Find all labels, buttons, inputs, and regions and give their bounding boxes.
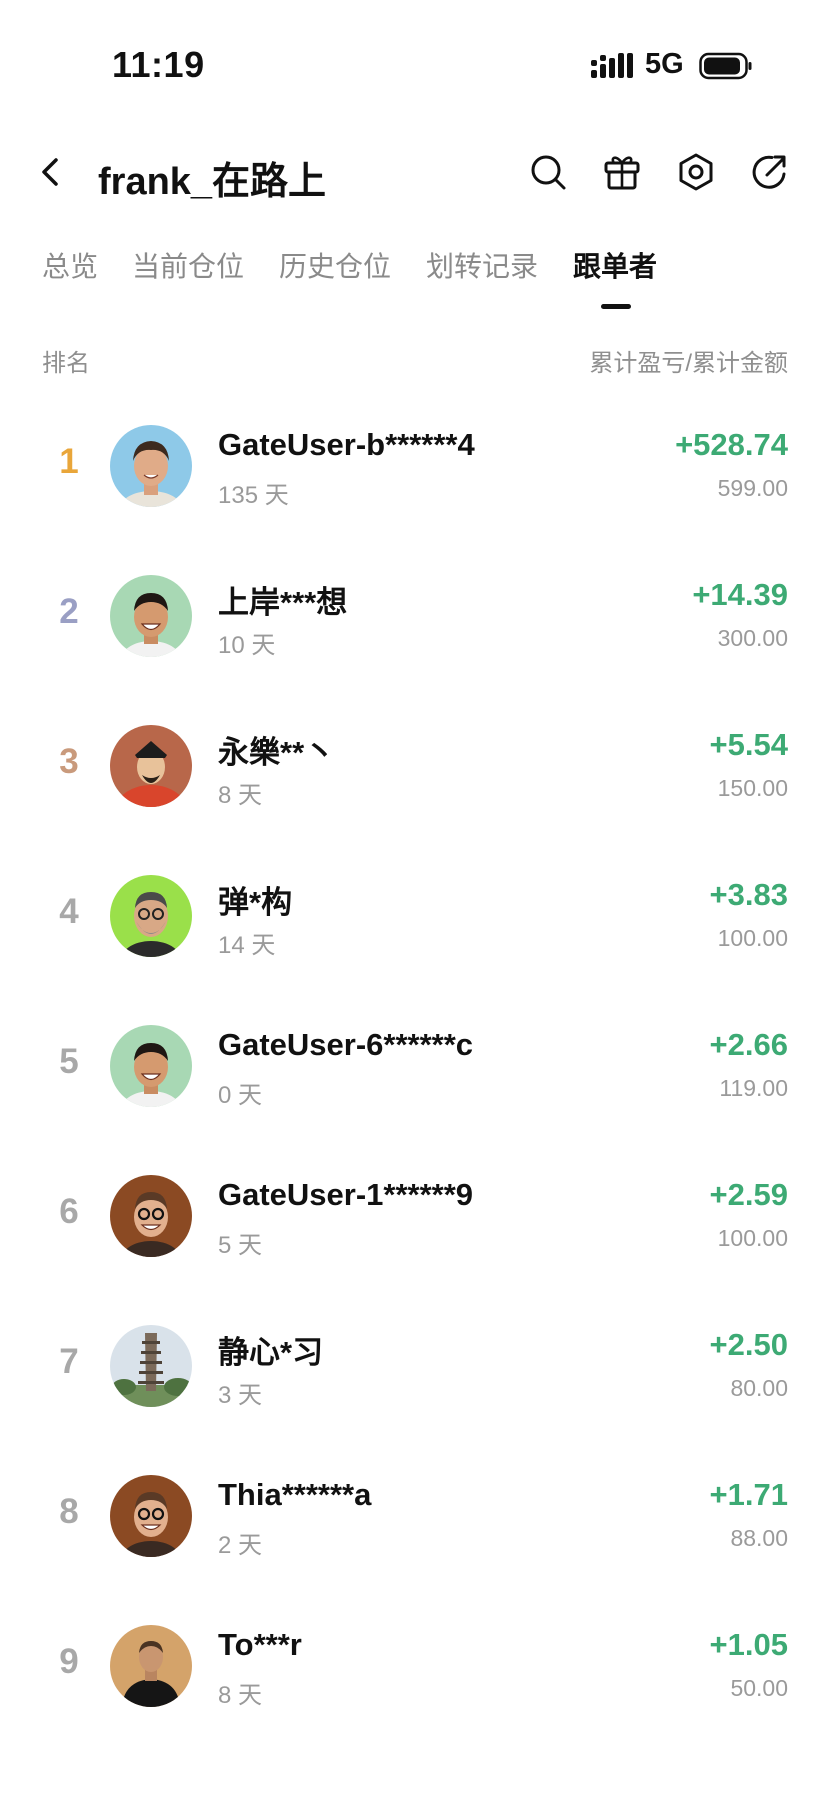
rank-number: 8 bbox=[59, 1492, 79, 1531]
follower-name: 上岸***想 bbox=[218, 585, 348, 620]
tab-history-positions[interactable]: 历史仓位 bbox=[279, 245, 391, 285]
follower-row-7[interactable]: 7 静心*习 3 天 +2.50 80.00 bbox=[0, 1305, 828, 1455]
follower-name: GateUser-1******9 bbox=[218, 1177, 474, 1212]
follow-days: 3 天 bbox=[218, 1382, 263, 1409]
rank-number: 4 bbox=[59, 892, 79, 931]
follower-name: Thia******a bbox=[218, 1477, 372, 1512]
follower-name: To***r bbox=[218, 1627, 302, 1662]
gift-icon[interactable] bbox=[602, 152, 642, 192]
follower-name: 静心*习 bbox=[218, 1335, 324, 1370]
cumulative-pnl: +2.59 bbox=[709, 1177, 788, 1212]
cumulative-pnl: +3.83 bbox=[709, 877, 788, 912]
cumulative-amount: 50.00 bbox=[730, 1675, 788, 1701]
follow-days: 2 天 bbox=[218, 1532, 263, 1559]
rank-number: 2 bbox=[59, 592, 79, 631]
cumulative-amount: 119.00 bbox=[719, 1075, 788, 1101]
follower-row-3[interactable]: 3 永樂**丶 8 天 +5.54 150.00 bbox=[0, 705, 828, 855]
follow-days: 14 天 bbox=[218, 932, 276, 959]
tab-current-positions[interactable]: 当前仓位 bbox=[132, 245, 244, 285]
tab-followers[interactable]: 跟单者 bbox=[573, 245, 657, 285]
status-bar: 11:19 5G bbox=[0, 0, 828, 130]
network-type: 5G bbox=[645, 48, 684, 80]
follower-row-1[interactable]: 1 GateUser-b******4 135 天 +528.74 599.00 bbox=[0, 405, 828, 555]
follow-days: 8 天 bbox=[218, 1682, 263, 1709]
tab-transfer-records[interactable]: 划转记录 bbox=[426, 245, 538, 285]
avatar bbox=[110, 725, 192, 807]
follower-row-4[interactable]: 4 弹*构 14 天 +3.83 100.00 bbox=[0, 855, 828, 1005]
cumulative-pnl: +5.54 bbox=[709, 727, 788, 762]
settings-icon[interactable] bbox=[676, 152, 716, 192]
search-icon[interactable] bbox=[528, 152, 568, 192]
cellular-signal-icon bbox=[591, 53, 633, 78]
follow-days: 5 天 bbox=[218, 1232, 263, 1259]
battery-icon bbox=[699, 52, 752, 80]
avatar bbox=[110, 575, 192, 657]
cumulative-pnl: +14.39 bbox=[692, 577, 788, 612]
rank-number: 5 bbox=[59, 1042, 79, 1081]
tab-bar: 总览 当前仓位 历史仓位 划转记录 跟单者 bbox=[0, 245, 828, 315]
cumulative-amount: 150.00 bbox=[717, 775, 788, 801]
follow-days: 0 天 bbox=[218, 1082, 263, 1109]
avatar bbox=[110, 425, 192, 507]
follow-days: 8 天 bbox=[218, 782, 263, 809]
page-title: frank_在路上 bbox=[98, 161, 327, 203]
follow-days: 135 天 bbox=[218, 482, 289, 509]
follower-name: 弹*构 bbox=[218, 885, 293, 920]
follower-row-5[interactable]: 5 GateUser-6******c 0 天 +2.66 119.00 bbox=[0, 1005, 828, 1155]
share-icon[interactable] bbox=[750, 152, 790, 192]
avatar bbox=[110, 1475, 192, 1557]
follow-days: 10 天 bbox=[218, 632, 276, 659]
rank-number: 6 bbox=[59, 1192, 79, 1231]
cumulative-amount: 88.00 bbox=[730, 1525, 788, 1551]
cumulative-pnl: +1.71 bbox=[709, 1477, 788, 1512]
rank-column-header: 排名 bbox=[42, 350, 90, 377]
follower-name: GateUser-6******c bbox=[218, 1027, 474, 1062]
avatar bbox=[110, 875, 192, 957]
rank-number: 7 bbox=[59, 1342, 79, 1381]
pnl-column-header: 累计盈亏/累计金额 bbox=[589, 350, 788, 377]
active-tab-indicator bbox=[601, 304, 631, 309]
rank-number: 3 bbox=[59, 742, 79, 781]
cumulative-pnl: +2.50 bbox=[709, 1327, 788, 1362]
cumulative-amount: 100.00 bbox=[717, 1225, 788, 1251]
cumulative-amount: 599.00 bbox=[717, 475, 788, 501]
cumulative-pnl: +528.74 bbox=[675, 427, 788, 462]
avatar bbox=[110, 1625, 192, 1707]
avatar bbox=[110, 1175, 192, 1257]
tab-overview[interactable]: 总览 bbox=[42, 245, 98, 285]
cumulative-amount: 300.00 bbox=[717, 625, 788, 651]
follower-row-8[interactable]: 8 Thia******a 2 天 +1.71 88.00 bbox=[0, 1455, 828, 1605]
avatar bbox=[110, 1325, 192, 1407]
cumulative-amount: 100.00 bbox=[717, 925, 788, 951]
follower-row-9[interactable]: 9 To***r 8 天 +1.05 50.00 bbox=[0, 1605, 828, 1755]
rank-number: 9 bbox=[59, 1642, 79, 1681]
follower-row-2[interactable]: 2 上岸***想 10 天 +14.39 300.00 bbox=[0, 555, 828, 705]
follower-name: 永樂**丶 bbox=[218, 735, 336, 770]
back-arrow-icon[interactable] bbox=[34, 152, 68, 192]
cumulative-pnl: +2.66 bbox=[709, 1027, 788, 1062]
avatar bbox=[110, 1025, 192, 1107]
cumulative-pnl: +1.05 bbox=[709, 1627, 788, 1662]
cumulative-amount: 80.00 bbox=[730, 1375, 788, 1401]
rank-number: 1 bbox=[59, 442, 79, 481]
status-time: 11:19 bbox=[112, 44, 205, 85]
follower-row-6[interactable]: 6 GateUser-1******9 5 天 +2.59 100.00 bbox=[0, 1155, 828, 1305]
follower-name: GateUser-b******4 bbox=[218, 427, 475, 462]
